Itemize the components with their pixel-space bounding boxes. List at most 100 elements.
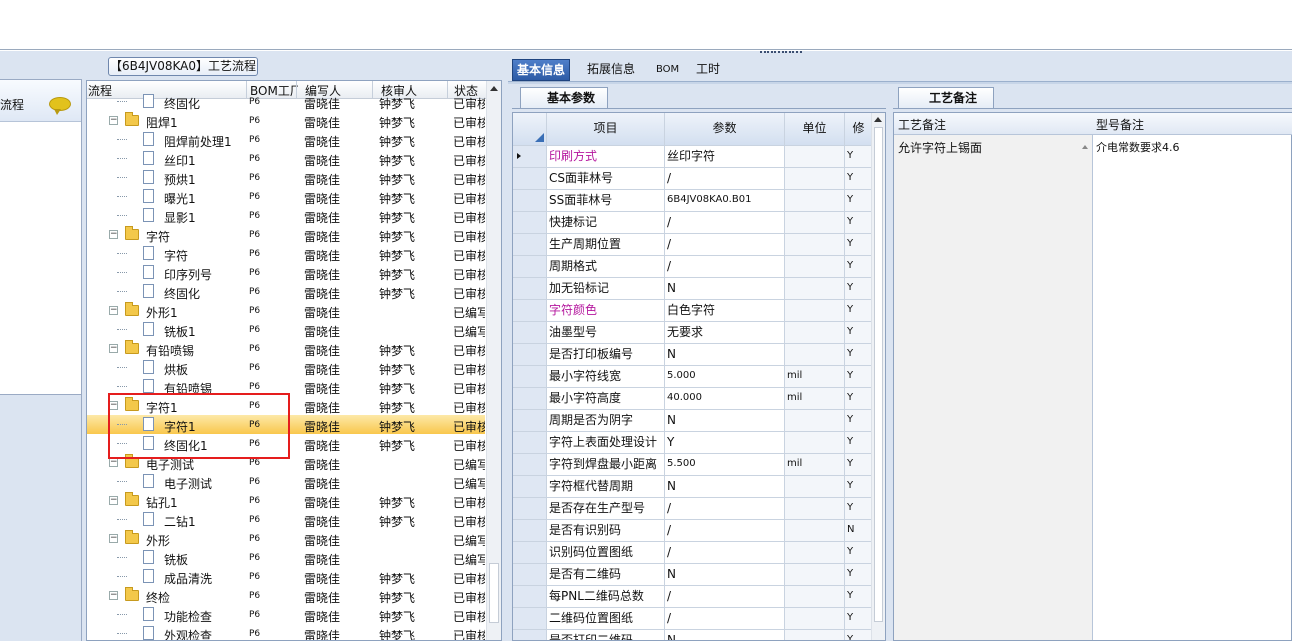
param-row[interactable]: 加无铅标记 N Y: [513, 278, 873, 300]
grid-scroll-thumb[interactable]: [874, 127, 883, 622]
param-row[interactable]: 印刷方式 丝印字符 Y: [513, 146, 873, 168]
tree-group-row[interactable]: − 外形1 P6 雷晓佳 已编写: [87, 301, 485, 320]
row-indicator[interactable]: [513, 278, 547, 300]
row-indicator[interactable]: [513, 498, 547, 520]
collapse-icon[interactable]: −: [109, 458, 118, 467]
tree-step-row[interactable]: 终固化 P6 雷晓佳 钟梦飞 已审核: [87, 282, 485, 301]
collapse-icon[interactable]: −: [109, 230, 118, 239]
tree-step-row[interactable]: 字符 P6 雷晓佳 钟梦飞 已审核: [87, 244, 485, 263]
row-indicator[interactable]: [513, 168, 547, 190]
param-value[interactable]: /: [665, 256, 785, 278]
param-row[interactable]: 是否存在生产型号 / Y: [513, 498, 873, 520]
param-value[interactable]: N: [665, 410, 785, 432]
row-indicator[interactable]: [513, 256, 547, 278]
middle-splitter[interactable]: [504, 51, 508, 641]
notes-col-process[interactable]: 工艺备注: [898, 116, 946, 133]
tree-step-row[interactable]: 功能检查 P6 雷晓佳 钟梦飞 已审核: [87, 605, 485, 624]
process-note-area[interactable]: [894, 135, 1092, 640]
row-indicator[interactable]: [513, 542, 547, 564]
param-value[interactable]: /: [665, 168, 785, 190]
param-row[interactable]: 最小字符高度 40.000 mil Y: [513, 388, 873, 410]
tree-step-row[interactable]: 阻焊前处理1 P6 雷晓佳 钟梦飞 已审核: [87, 130, 485, 149]
param-row[interactable]: 快捷标记 / Y: [513, 212, 873, 234]
notes-col-model[interactable]: 型号备注: [1096, 116, 1144, 133]
param-row[interactable]: 周期是否为阴字 N Y: [513, 410, 873, 432]
param-value[interactable]: N: [665, 278, 785, 300]
param-row[interactable]: 识别码位置图纸 / Y: [513, 542, 873, 564]
row-indicator[interactable]: [513, 344, 547, 366]
row-indicator[interactable]: [513, 586, 547, 608]
param-value[interactable]: 无要求: [665, 322, 785, 344]
tab-basic-params[interactable]: 基本参数: [520, 87, 608, 109]
row-indicator[interactable]: [513, 322, 547, 344]
param-row[interactable]: 是否有识别码 / N: [513, 520, 873, 542]
param-row[interactable]: 字符框代替周期 N Y: [513, 476, 873, 498]
param-row[interactable]: 是否打印板编号 N Y: [513, 344, 873, 366]
param-value[interactable]: N: [665, 476, 785, 498]
tab-process-notes[interactable]: 工艺备注: [898, 87, 994, 109]
row-indicator[interactable]: [513, 608, 547, 630]
row-indicator[interactable]: [513, 300, 547, 322]
row-indicator[interactable]: [513, 476, 547, 498]
note-scroll-up-icon[interactable]: [1082, 145, 1088, 149]
tree-group-row[interactable]: − 外形 P6 雷晓佳 已编写: [87, 529, 485, 548]
param-row[interactable]: 每PNL二维码总数 / Y: [513, 586, 873, 608]
grid-scrollbar[interactable]: [871, 113, 885, 640]
grid-col-unit[interactable]: 单位: [785, 113, 845, 146]
row-indicator[interactable]: [513, 564, 547, 586]
param-value[interactable]: /: [665, 212, 785, 234]
splitter-grip[interactable]: [760, 50, 806, 55]
row-indicator[interactable]: [513, 630, 547, 640]
tree-step-row[interactable]: 成品清洗 P6 雷晓佳 钟梦飞 已审核: [87, 567, 485, 586]
param-value[interactable]: N: [665, 630, 785, 640]
tree-step-row[interactable]: 终固化 P6 雷晓佳 钟梦飞 已审核: [87, 94, 485, 111]
tree-scroll-thumb[interactable]: [489, 563, 499, 623]
tree-step-row[interactable]: 铣板 P6 雷晓佳 已编写: [87, 548, 485, 567]
param-row[interactable]: 周期格式 / Y: [513, 256, 873, 278]
tree-group-row[interactable]: − 有铅喷锡 P6 雷晓佳 钟梦飞 已审核: [87, 339, 485, 358]
row-indicator[interactable]: [513, 146, 547, 168]
model-note-text[interactable]: 介电常数要求4.6: [1096, 139, 1180, 155]
process-tree[interactable]: 流程 BOM工厂 编写人 核审人 状态 终固化P6雷晓佳钟梦飞已审核−阻焊1P6…: [86, 80, 502, 641]
param-row[interactable]: 字符上表面处理设计 Y Y: [513, 432, 873, 454]
tree-step-row[interactable]: 印序列号 P6 雷晓佳 钟梦飞 已审核: [87, 263, 485, 282]
tree-group-row[interactable]: − 钻孔1 P6 雷晓佳 钟梦飞 已审核: [87, 491, 485, 510]
tree-step-row[interactable]: 铣板1 P6 雷晓佳 已编写: [87, 320, 485, 339]
row-indicator[interactable]: [513, 410, 547, 432]
row-indicator[interactable]: [513, 388, 547, 410]
param-row[interactable]: 是否打印二维码 N Y: [513, 630, 873, 640]
basic-params-grid[interactable]: 项目 参数 单位 修 印刷方式 丝印字符 Y CS面菲林号 / Y SS面菲林号 6B4JV0…: [512, 112, 886, 641]
scroll-up-arrow-icon[interactable]: [490, 86, 498, 91]
grid-col-param[interactable]: 参数: [665, 113, 785, 146]
process-note-text[interactable]: 允许字符上锡面: [898, 139, 982, 156]
tree-step-row[interactable]: 曝光1 P6 雷晓佳 钟梦飞 已审核: [87, 187, 485, 206]
tree-step-row[interactable]: 丝印1 P6 雷晓佳 钟梦飞 已审核: [87, 149, 485, 168]
grid-col-flag[interactable]: 修: [845, 113, 873, 146]
param-value[interactable]: 5.000: [665, 366, 785, 388]
param-row[interactable]: 是否有二维码 N Y: [513, 564, 873, 586]
param-value[interactable]: /: [665, 586, 785, 608]
param-row[interactable]: 字符颜色 白色字符 Y: [513, 300, 873, 322]
param-row[interactable]: 油墨型号 无要求 Y: [513, 322, 873, 344]
param-row[interactable]: 字符到焊盘最小距离 5.500 mil Y: [513, 454, 873, 476]
param-value[interactable]: /: [665, 542, 785, 564]
tree-step-row[interactable]: 外观检查 P6 雷晓佳 钟梦飞 已审核: [87, 624, 485, 640]
param-value[interactable]: 白色字符: [665, 300, 785, 322]
row-indicator[interactable]: [513, 234, 547, 256]
param-value[interactable]: 6B4JV08KA0.B01: [665, 190, 785, 212]
collapse-icon[interactable]: −: [109, 496, 118, 505]
param-row[interactable]: 最小字符线宽 5.000 mil Y: [513, 366, 873, 388]
tab-extended-info[interactable]: 拓展信息: [583, 59, 639, 81]
tree-step-row[interactable]: 电子测试 P6 雷晓佳 已编写: [87, 472, 485, 491]
param-value[interactable]: 5.500: [665, 454, 785, 476]
left-splitter[interactable]: [81, 51, 85, 641]
param-value[interactable]: /: [665, 608, 785, 630]
tree-step-row[interactable]: 烘板 P6 雷晓佳 钟梦飞 已审核: [87, 358, 485, 377]
param-value[interactable]: 丝印字符: [665, 146, 785, 168]
collapse-icon[interactable]: −: [109, 534, 118, 543]
row-indicator[interactable]: [513, 190, 547, 212]
row-indicator[interactable]: [513, 432, 547, 454]
collapse-icon[interactable]: −: [109, 116, 118, 125]
row-indicator[interactable]: [513, 212, 547, 234]
tab-basic-info[interactable]: 基本信息: [512, 59, 571, 81]
